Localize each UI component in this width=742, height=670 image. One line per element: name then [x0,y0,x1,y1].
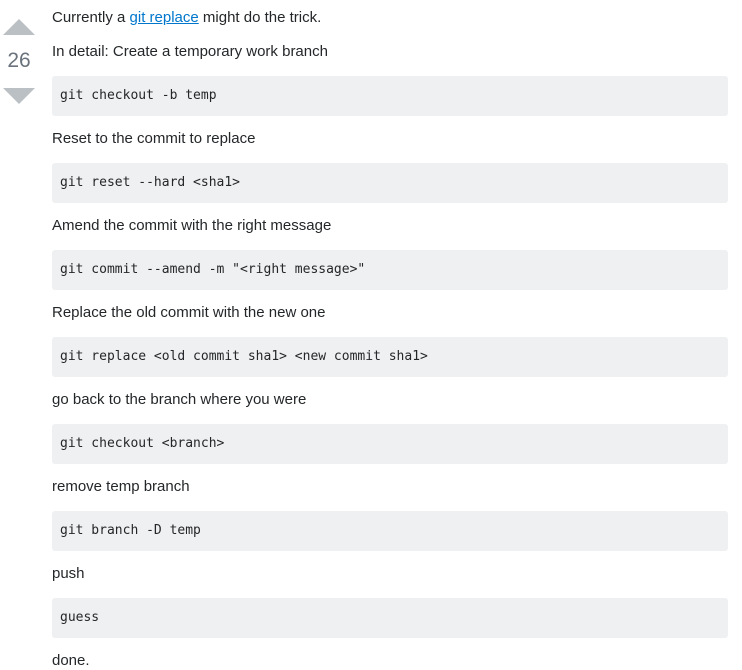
git-replace-link[interactable]: git replace [130,9,199,26]
code-block-checkout-temp: git checkout -b temp [52,76,728,116]
code-block-replace: git replace <old commit sha1> <new commi… [52,337,728,377]
replace-paragraph: Replace the old commit with the new one [52,304,326,321]
code-block-checkout-branch: git checkout <branch> [52,424,728,464]
detail-paragraph: In detail: Create a temporary work branc… [52,43,328,60]
remove-paragraph: remove temp branch [52,478,190,495]
code-block-guess: guess [52,598,728,638]
downvote-arrow-icon[interactable] [3,88,35,104]
code-block-amend: git commit --amend -m "<right message>" [52,250,728,290]
push-paragraph: push [52,565,85,582]
amend-paragraph: Amend the commit with the right message [52,217,332,234]
go-back-paragraph: go back to the branch where you were [52,391,307,408]
intro-paragraph: Currently a git replace might do the tri… [52,8,728,27]
upvote-arrow-icon[interactable] [3,19,35,35]
intro-suffix: might do the trick. [198,9,322,26]
reset-paragraph: Reset to the commit to replace [52,130,256,147]
code-block-branch-delete: git branch -D temp [52,511,728,551]
vote-count: 26 [7,49,31,72]
code-block-reset: git reset --hard <sha1> [52,163,728,203]
intro-prefix: Currently a [52,9,130,26]
done-paragraph: done. [52,652,90,669]
